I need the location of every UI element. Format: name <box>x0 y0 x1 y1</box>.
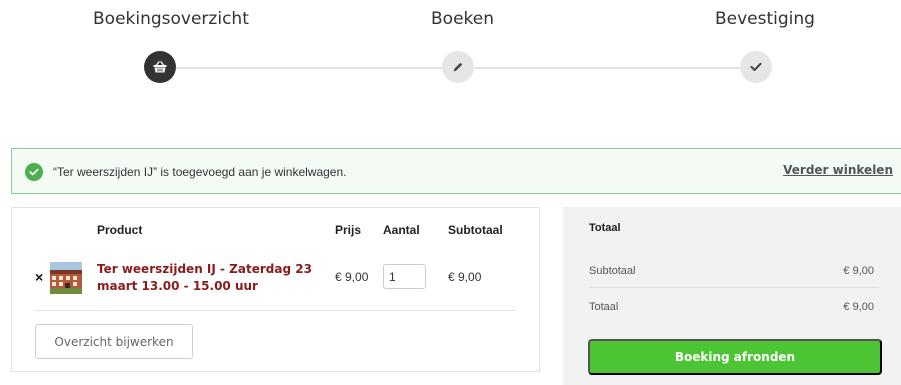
check-icon <box>750 62 762 71</box>
pencil-icon <box>453 62 463 72</box>
header-quantity: Aantal <box>383 223 420 237</box>
product-name-link[interactable]: Ter weerszijden IJ - Zaterdag 23 maart 1… <box>97 261 322 295</box>
continue-shopping-link[interactable]: Verder winkelen <box>783 163 893 177</box>
header-price: Prijs <box>335 223 362 237</box>
subtotal-label: Subtotaal <box>589 265 636 277</box>
totals-divider <box>589 287 879 288</box>
basket-icon <box>153 61 167 73</box>
update-overview-button[interactable]: Overzicht bijwerken <box>35 324 193 359</box>
item-price: € 9,00 <box>335 270 369 284</box>
step-label-book: Boeken <box>431 9 494 29</box>
added-to-cart-notice: “Ter weerszijden IJ” is toegevoegd aan j… <box>11 148 901 194</box>
success-check-icon <box>25 163 43 181</box>
header-subtotal: Subtotaal <box>448 223 503 237</box>
cart-table: Product Prijs Aantal Subtotaal × Ter wee… <box>11 207 540 372</box>
step-book <box>442 51 474 83</box>
subtotal-value: € 9,00 <box>843 265 874 277</box>
item-subtotal: € 9,00 <box>448 270 482 284</box>
cart-divider <box>34 310 516 311</box>
quantity-input[interactable] <box>383 264 426 289</box>
cart-totals: Totaal Subtotaal € 9,00 Totaal € 9,00 Bo… <box>563 207 901 385</box>
step-confirmation <box>740 51 772 83</box>
remove-item-icon[interactable]: × <box>35 269 43 285</box>
total-label: Totaal <box>589 301 619 313</box>
product-thumbnail[interactable] <box>50 262 82 294</box>
step-label-overview: Boekingsoverzicht <box>93 9 249 29</box>
step-connector-2 <box>474 67 740 69</box>
notice-message: “Ter weerszijden IJ” is toegevoegd aan j… <box>53 165 347 179</box>
header-product: Product <box>97 223 143 237</box>
step-label-confirmation: Bevestiging <box>715 9 815 29</box>
step-connector-1 <box>176 67 442 69</box>
total-value: € 9,00 <box>843 301 874 313</box>
complete-booking-button[interactable]: Boeking afronden <box>588 339 882 375</box>
totals-title: Totaal <box>589 222 621 234</box>
step-overview <box>144 51 176 83</box>
